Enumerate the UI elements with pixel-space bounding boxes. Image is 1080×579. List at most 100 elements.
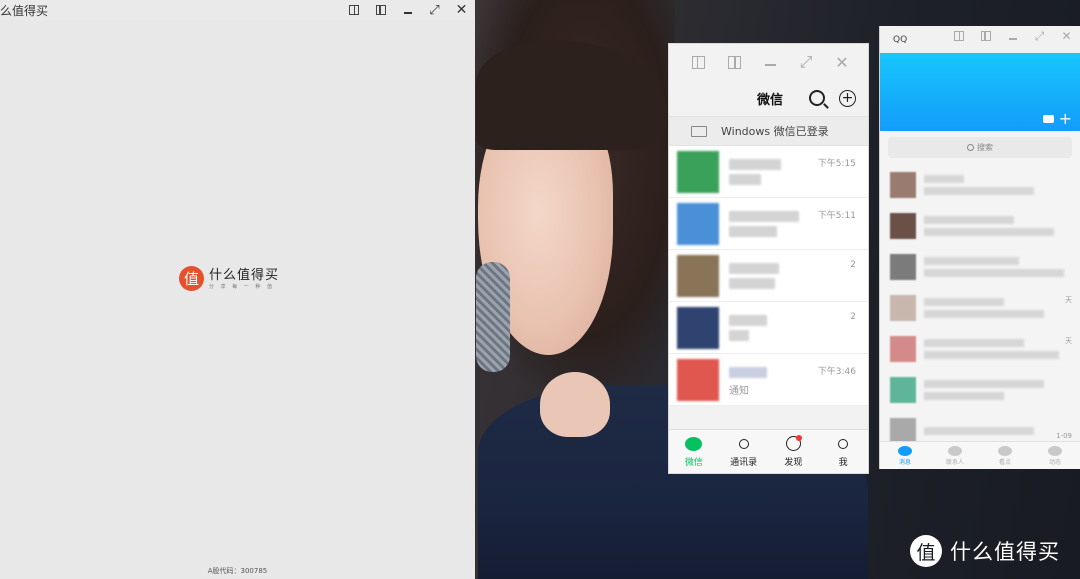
close-icon: ✕	[1061, 29, 1072, 43]
qq-maximize-button[interactable]: ⤢	[1026, 23, 1053, 50]
window-title: 么值得买	[0, 3, 49, 18]
close-button[interactable]: ✕	[448, 0, 475, 20]
plus-icon[interactable]: +	[1059, 109, 1072, 128]
maximize-button[interactable]: ⤢	[421, 0, 448, 20]
split-left-button[interactable]	[340, 0, 367, 20]
blurred-name	[729, 262, 779, 274]
avatar	[677, 150, 719, 193]
blurred-name	[924, 426, 1034, 435]
blurred-name	[924, 174, 964, 183]
qq-window: QQ ⤢ ✕ + 搜索 天 天 1-09 消息 联系人 看点 动态	[879, 26, 1080, 469]
qq-close-button[interactable]: ✕	[1053, 23, 1080, 50]
wechat-close-button[interactable]: ✕	[824, 44, 860, 80]
minimize-icon	[764, 64, 776, 66]
chat-row[interactable]: 下午5:11	[669, 198, 868, 250]
tab-contacts[interactable]: 通讯录	[719, 430, 769, 473]
wechat-split-right-button[interactable]	[716, 44, 752, 80]
blurred-name	[729, 158, 781, 170]
search-icon[interactable]	[809, 90, 825, 106]
eye-icon	[998, 445, 1012, 456]
split-right-icon	[980, 31, 991, 41]
message-icon	[898, 445, 912, 456]
tab-me[interactable]: 我	[818, 430, 868, 473]
list-item[interactable]	[880, 369, 1080, 410]
search-placeholder: 搜索	[977, 143, 993, 152]
blurred-name	[924, 256, 1019, 265]
blurred-message	[924, 309, 1044, 318]
split-right-icon	[727, 55, 741, 69]
blurred-message	[729, 329, 749, 341]
monitor-icon	[691, 125, 707, 137]
avatar	[890, 417, 916, 444]
qq-split-left-button[interactable]	[945, 23, 972, 50]
tab-label: 我	[838, 457, 848, 468]
blurred-name	[729, 210, 799, 222]
desktop: 么值得买 ⤢ ✕ 值 什么值得买 分 享 每 一 种 值 A股代码：300785…	[0, 0, 1080, 579]
split-left-icon	[348, 5, 359, 15]
avatar	[677, 306, 719, 349]
blurred-name	[729, 366, 767, 378]
tab-chats[interactable]: 微信	[669, 430, 719, 473]
qq-conversation-list: 天 天 1-09	[880, 164, 1080, 451]
avatar	[677, 202, 719, 245]
tab-label: 看点	[998, 458, 1011, 466]
qq-split-right-button[interactable]	[972, 23, 999, 50]
list-item[interactable]	[880, 164, 1080, 205]
tab-label: 消息	[898, 458, 911, 466]
blurred-message	[729, 225, 777, 237]
qq-search-bar[interactable]: 搜索	[888, 137, 1072, 158]
smzdm-window: 么值得买 ⤢ ✕ 值 什么值得买 分 享 每 一 种 值 A股代码：300785	[0, 0, 475, 579]
windows-login-banner[interactable]: Windows 微信已登录	[669, 116, 868, 146]
login-status-text: Windows 微信已登录	[721, 125, 829, 138]
wechat-minimize-button[interactable]	[752, 44, 788, 80]
list-item[interactable]	[880, 246, 1080, 287]
qq-title: QQ	[893, 34, 908, 45]
chat-row[interactable]: 2	[669, 250, 868, 302]
split-right-icon	[375, 5, 386, 15]
blurred-message	[924, 186, 1034, 195]
contacts-icon	[735, 436, 753, 452]
tab-feed[interactable]: 动态	[1030, 442, 1080, 469]
avatar	[890, 335, 916, 362]
avatar	[677, 254, 719, 297]
split-right-button[interactable]	[367, 0, 394, 20]
wechat-titlebar[interactable]: ⤢ ✕	[669, 44, 868, 80]
minimize-icon	[403, 12, 412, 14]
camera-icon[interactable]	[1043, 115, 1054, 123]
split-left-icon	[953, 31, 964, 41]
tab-messages[interactable]: 消息	[880, 442, 930, 469]
wallpaper-microphone	[476, 262, 510, 372]
tab-discover[interactable]: 发现	[769, 430, 819, 473]
list-item[interactable]	[880, 205, 1080, 246]
avatar	[677, 358, 719, 401]
split-left-icon	[691, 55, 705, 69]
list-item[interactable]: 天	[880, 328, 1080, 369]
minimize-button[interactable]	[394, 0, 421, 20]
qq-titlebar[interactable]: QQ ⤢ ✕	[880, 26, 1080, 53]
wechat-maximize-button[interactable]: ⤢	[788, 44, 824, 80]
wechat-bottom-nav: 微信 通讯录 发现 我	[669, 429, 868, 473]
tab-watch[interactable]: 看点	[980, 442, 1030, 469]
compass-icon	[784, 434, 803, 452]
wechat-split-left-button[interactable]	[680, 44, 716, 80]
tab-contacts[interactable]: 联系人	[930, 442, 980, 469]
tab-label: 发现	[784, 457, 803, 468]
maximize-icon: ⤢	[1034, 28, 1045, 43]
splash-brand: 值 什么值得买 分 享 每 一 种 值	[179, 266, 279, 291]
blurred-name	[924, 379, 1044, 388]
blurred-message	[924, 227, 1054, 236]
chat-row[interactable]: 2	[669, 302, 868, 354]
qq-minimize-button[interactable]	[999, 23, 1026, 50]
list-item[interactable]: 天	[880, 287, 1080, 328]
add-icon[interactable]: +	[839, 89, 856, 107]
maximize-icon: ⤢	[429, 2, 440, 18]
chat-row[interactable]: 通知 下午3:46	[669, 354, 868, 406]
avatar	[890, 376, 916, 403]
maximize-icon: ⤢	[799, 52, 813, 71]
qq-header-banner: +	[880, 53, 1080, 131]
blurred-message	[729, 173, 761, 185]
chat-row[interactable]: 下午5:15	[669, 146, 868, 198]
chat-time: 2	[850, 312, 856, 322]
brand-texts: 什么值得买 分 享 每 一 种 值	[209, 268, 279, 290]
wechat-window: ⤢ ✕ 微信 + Windows 微信已登录 下午5:15 下午5:11 2 2…	[668, 43, 869, 474]
